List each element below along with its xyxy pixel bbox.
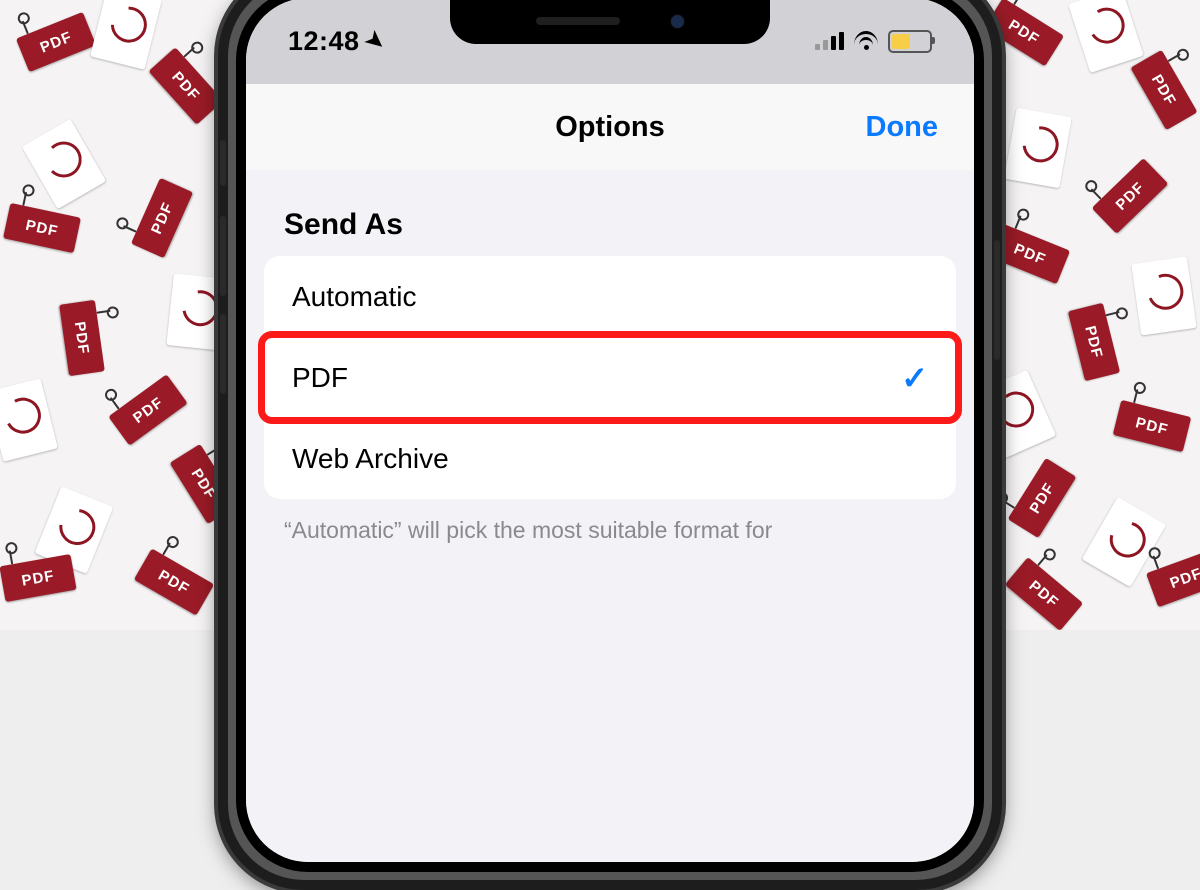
front-camera <box>670 14 685 29</box>
earpiece <box>536 17 620 25</box>
notch <box>450 0 770 44</box>
location-icon: ➤ <box>359 25 390 57</box>
section-header: Send As <box>246 208 974 256</box>
option-label: Web Archive <box>292 443 449 475</box>
battery-icon <box>888 30 932 53</box>
mute-switch <box>220 140 226 186</box>
volume-down-button <box>220 314 226 394</box>
page-title: Options <box>555 111 665 144</box>
nav-bar: Options Done <box>246 84 974 171</box>
screen: 12:48 ➤ Options Done Send As Automatic <box>246 0 974 862</box>
option-pdf[interactable]: PDF ✓ <box>264 337 956 418</box>
option-web-archive[interactable]: Web Archive <box>264 418 956 499</box>
clock: 12:48 <box>288 26 360 57</box>
cellular-icon <box>815 32 844 50</box>
send-as-list: Automatic PDF ✓ Web Archive <box>264 256 956 499</box>
option-automatic[interactable]: Automatic <box>264 256 956 337</box>
volume-up-button <box>220 216 226 296</box>
wifi-icon <box>854 31 878 51</box>
iphone-frame: 12:48 ➤ Options Done Send As Automatic <box>218 0 1002 890</box>
checkmark-icon: ✓ <box>901 359 928 397</box>
option-label: Automatic <box>292 281 417 313</box>
section-footnote: “Automatic” will pick the most suitable … <box>246 499 974 546</box>
option-label: PDF <box>292 362 348 394</box>
side-button <box>994 240 1000 360</box>
content-area: Send As Automatic PDF ✓ Web Archive “Aut… <box>246 170 974 862</box>
done-button[interactable]: Done <box>866 111 939 144</box>
